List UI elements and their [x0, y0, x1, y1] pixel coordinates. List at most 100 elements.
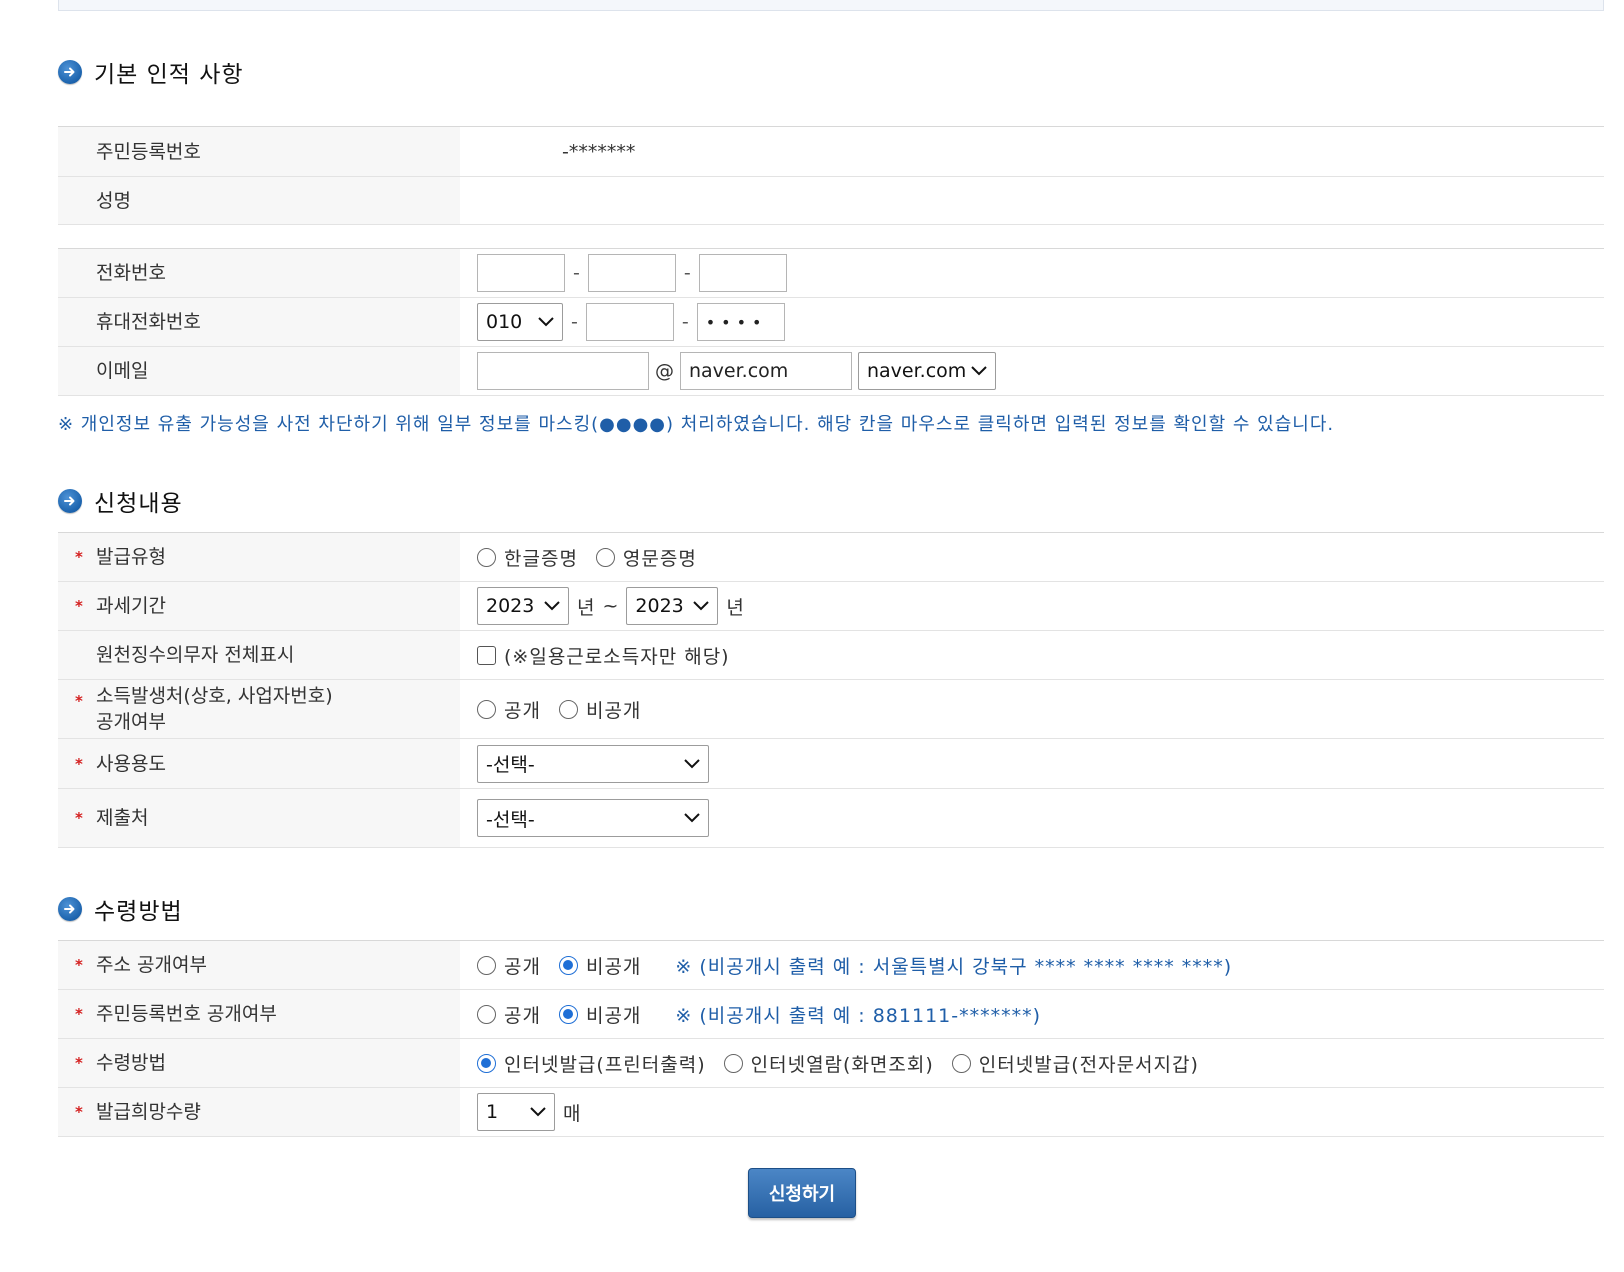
income-source-label-line1: 소득발생처(상호, 사업자번호): [96, 685, 333, 707]
radio-button-selected[interactable]: [477, 1053, 496, 1073]
email-id-input[interactable]: [477, 352, 649, 390]
mobile-input-middle[interactable]: [585, 303, 674, 341]
receipt-table: * 주소 공개여부 공개 비공개 ※ (비공개시 출력 예 : 서울특별시 강북구…: [58, 940, 1604, 1137]
submit-to-value: -선택-: [460, 788, 1604, 848]
phone-label: 전화번호: [58, 248, 460, 298]
radio-label: 인터넷발급(프린터출력): [504, 1053, 706, 1076]
mobile-value: 010 - - ••••: [460, 297, 1604, 347]
email-domain-input[interactable]: naver.com: [680, 352, 852, 390]
dash-separator: -: [571, 311, 578, 333]
table-row: * 발급희망수량 1 매: [58, 1087, 1604, 1137]
phone-input-2[interactable]: [587, 254, 676, 292]
submit-to-select[interactable]: -선택-: [477, 799, 709, 837]
required-mark: *: [75, 548, 83, 566]
chevron-down-icon: [538, 317, 554, 327]
radio-method-print[interactable]: 인터넷발급(프린터출력): [477, 1050, 706, 1077]
table-row: * 제출처 -선택-: [58, 788, 1604, 848]
radio-rrn-public[interactable]: 공개: [477, 1001, 541, 1028]
mobile-input-last[interactable]: ••••: [696, 303, 785, 341]
tax-year-to-select[interactable]: 2023: [626, 587, 719, 625]
arrow-bullet-icon: [58, 489, 82, 513]
chevron-down-icon: [693, 601, 710, 611]
radio-method-view[interactable]: 인터넷열람(화면조회): [723, 1050, 934, 1077]
radio-label: 비공개: [585, 699, 642, 722]
section-title-basic: 기본 인적 사항: [58, 55, 244, 89]
table-row: * 사용용도 -선택-: [58, 738, 1604, 789]
phone-input-3[interactable]: [698, 254, 787, 292]
email-domain-select[interactable]: naver.com: [858, 352, 996, 390]
radio-button[interactable]: [723, 1053, 743, 1073]
quantity-select-value: 1: [486, 1101, 499, 1123]
radio-button[interactable]: [477, 955, 496, 975]
radio-label: 인터넷발급(전자문서지갑): [978, 1053, 1199, 1076]
radio-korean-cert[interactable]: 한글증명: [477, 544, 578, 571]
mobile-prefix-value: 010: [486, 311, 523, 333]
phone-input-1[interactable]: [477, 254, 565, 292]
table-row: 원천징수의무자 전체표시 (※일용근로소득자만 해당): [58, 630, 1604, 680]
name-label: 성명: [58, 176, 460, 225]
tax-year-from-value: 2023: [486, 595, 535, 617]
radio-button-selected[interactable]: [558, 1004, 578, 1024]
quantity-select[interactable]: 1: [477, 1093, 555, 1131]
radio-button-selected[interactable]: [558, 955, 578, 975]
radio-method-wallet[interactable]: 인터넷발급(전자문서지갑): [951, 1050, 1199, 1077]
tax-year-from-select[interactable]: 2023: [477, 587, 569, 625]
usage-select[interactable]: -선택-: [477, 744, 709, 783]
quantity-label: * 발급희망수량: [58, 1087, 460, 1137]
radio-button[interactable]: [558, 699, 578, 719]
usage-label-text: 사용용도: [96, 752, 166, 775]
income-source-label-line2: 공개여부: [96, 711, 166, 733]
radio-button[interactable]: [477, 699, 496, 719]
radio-rrn-private[interactable]: 비공개: [558, 1001, 642, 1028]
chevron-down-icon: [971, 366, 987, 376]
mobile-prefix-select[interactable]: 010: [477, 303, 563, 341]
tax-period-label: * 과세기간: [58, 581, 460, 631]
radio-label: 비공개: [585, 1004, 642, 1027]
table-row: * 과세기간 2023 년 ~ 2023 년: [58, 581, 1604, 631]
basic-info-table: 주민등록번호 -******* 성명: [58, 126, 1604, 225]
chevron-down-icon: [530, 1107, 546, 1117]
rrn-label: 주민등록번호: [58, 126, 460, 177]
masking-notice: ※ 개인정보 유출 가능성을 사전 차단하기 위해 일부 정보를 마스킹(●●●…: [58, 414, 1335, 435]
issue-type-value: 한글증명 영문증명: [460, 532, 1604, 582]
arrow-bullet-icon: [58, 897, 82, 921]
section-title-text: 기본 인적 사항: [94, 62, 244, 88]
withholding-note: (※일용근로소득자만 해당): [504, 645, 730, 668]
tilde-separator: ~: [602, 595, 619, 617]
usage-value: -선택-: [460, 738, 1604, 789]
radio-button[interactable]: [477, 547, 496, 567]
radio-income-public[interactable]: 공개: [477, 696, 541, 723]
submit-button[interactable]: 신청하기: [748, 1168, 856, 1218]
table-row: * 수령방법 인터넷발급(프린터출력) 인터넷열람(화면조회) 인터넷발급(전자문…: [58, 1038, 1604, 1088]
year-unit: 년: [726, 596, 744, 619]
radio-label: 공개: [504, 1004, 541, 1027]
email-label: 이메일: [58, 346, 460, 396]
radio-address-public[interactable]: 공개: [477, 952, 541, 979]
withholding-checkbox[interactable]: [477, 645, 496, 665]
top-panel: [58, 0, 1604, 11]
section-title-receipt: 수령방법: [58, 892, 183, 926]
radio-english-cert[interactable]: 영문증명: [595, 544, 697, 571]
year-unit: 년: [577, 596, 595, 619]
radio-label: 공개: [504, 699, 541, 722]
required-mark: *: [75, 692, 83, 710]
dash-separator: -: [683, 262, 691, 284]
dash-separator: -: [681, 311, 689, 333]
radio-button[interactable]: [951, 1053, 971, 1073]
rrn-public-label: * 주민등록번호 공개여부: [58, 989, 460, 1039]
table-row: * 소득발생처(상호, 사업자번호) 공개여부 공개 비공개: [58, 679, 1604, 739]
contact-table: 전화번호 - - 휴대전화번호 010 - - •••• 이메일 @ naver…: [58, 248, 1604, 396]
mobile-label: 휴대전화번호: [58, 297, 460, 347]
chevron-down-icon: [684, 813, 700, 823]
rrn-public-label-text: 주민등록번호 공개여부: [96, 1003, 277, 1025]
table-row: 이메일 @ naver.com naver.com: [58, 346, 1604, 396]
withholding-label: 원천징수의무자 전체표시: [58, 630, 460, 680]
table-row: 전화번호 - -: [58, 248, 1604, 298]
arrow-bullet-icon: [58, 60, 82, 84]
radio-address-private[interactable]: 비공개: [558, 952, 642, 979]
radio-button[interactable]: [477, 1004, 496, 1024]
radio-button[interactable]: [595, 547, 615, 567]
radio-income-private[interactable]: 비공개: [558, 696, 642, 723]
radio-label: 비공개: [585, 955, 642, 978]
phone-value: - -: [460, 248, 1604, 298]
